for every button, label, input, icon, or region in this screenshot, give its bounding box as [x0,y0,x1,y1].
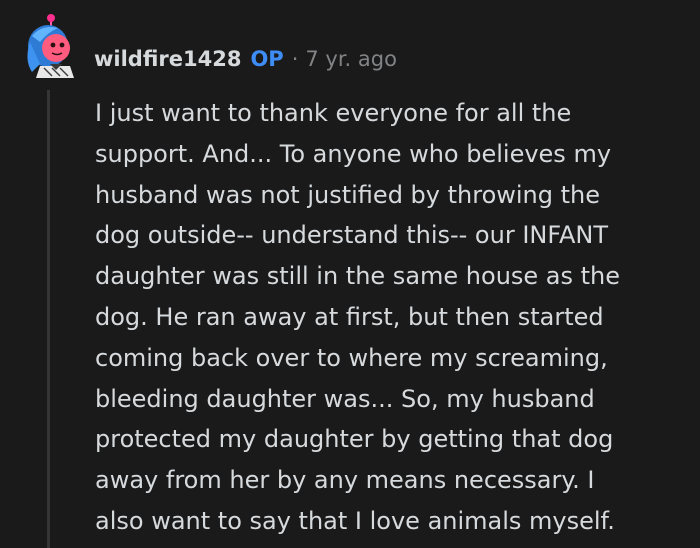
user-avatar-icon[interactable] [18,12,80,80]
meta-separator: · [291,47,299,71]
comment-author[interactable]: wildfire1428 [94,47,241,71]
comment-body: I just want to thank everyone for all th… [95,99,621,535]
comment-timestamp[interactable]: 7 yr. ago [305,47,397,71]
op-badge: OP [250,47,284,71]
comment-page: wildfire1428 OP · 7 yr. ago I just want … [0,0,700,548]
snoo-avatar-graphic [27,14,74,78]
comment-header: wildfire1428 OP · 7 yr. ago [94,42,397,76]
comment-thread-line[interactable] [47,90,50,548]
